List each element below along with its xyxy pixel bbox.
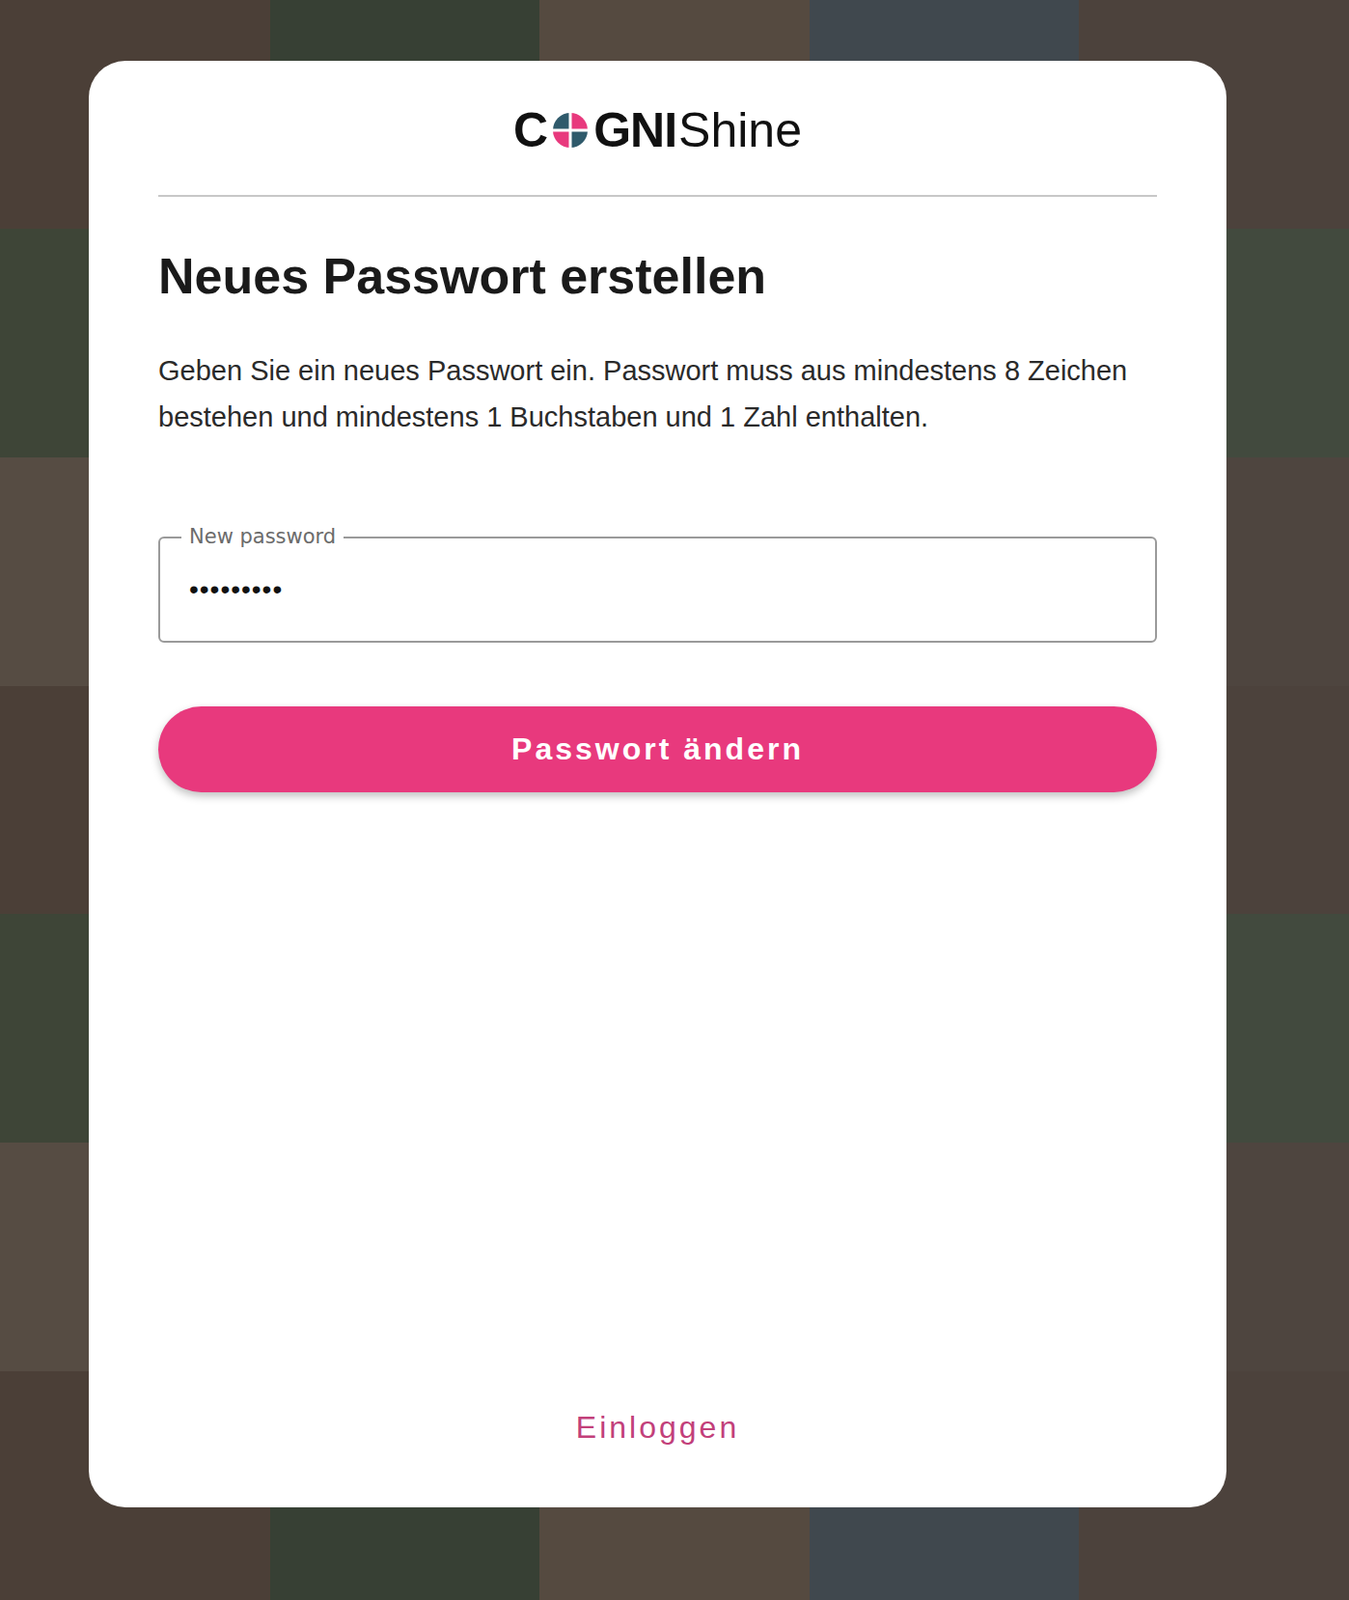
page: C GNIShine Neues Passwort erstellen Geben S…: [0, 0, 1349, 1600]
logo-text: GNI: [593, 102, 677, 159]
field-label: New password: [181, 523, 344, 550]
description: Geben Sie ein neues Passwort ein. Passwo…: [158, 347, 1157, 441]
links: Einloggen: [158, 1404, 1157, 1452]
divider: [158, 194, 1157, 197]
login-link[interactable]: Einloggen: [566, 1404, 749, 1452]
logo: C GNIShine: [158, 60, 1157, 195]
logo-text: C: [513, 102, 548, 159]
logo-text: Shine: [678, 102, 802, 159]
password-input[interactable]: •••••••••: [189, 574, 283, 606]
page-title: Neues Passwort erstellen: [158, 245, 1157, 307]
reset-password-card: C GNIShine Neues Passwort erstellen Geben S…: [88, 60, 1227, 1508]
logo-circle-icon: [550, 110, 590, 150]
change-password-button[interactable]: Passwort ändern: [158, 706, 1157, 793]
password-field[interactable]: New password•••••••••: [158, 536, 1157, 643]
